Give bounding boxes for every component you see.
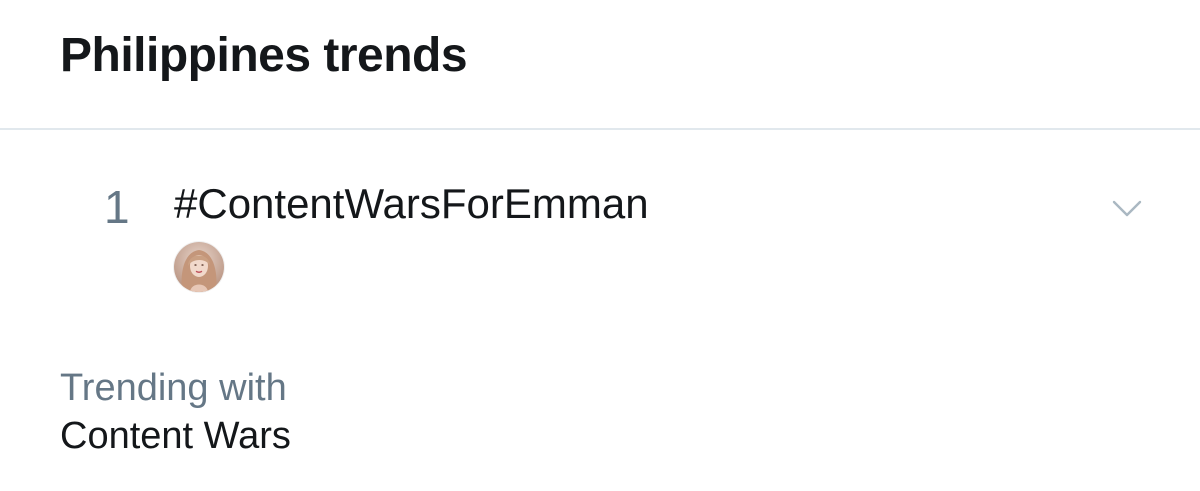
trend-rank: 1	[104, 181, 130, 233]
chevron-down-icon[interactable]	[1110, 192, 1144, 226]
trend-name[interactable]: #ContentWarsForEmman	[174, 181, 649, 226]
trending-with-section: Trending with Content Wars	[60, 366, 660, 459]
user-avatar-icon[interactable]	[174, 242, 224, 292]
page-header: Philippines trends	[0, 0, 1200, 130]
page-title: Philippines trends	[60, 29, 468, 82]
trending-with-label: Trending with	[60, 367, 287, 409]
trend-item[interactable]: 1 #ContentWarsForEmman	[0, 132, 1200, 332]
trending-with-item[interactable]: Content Wars	[60, 414, 660, 460]
